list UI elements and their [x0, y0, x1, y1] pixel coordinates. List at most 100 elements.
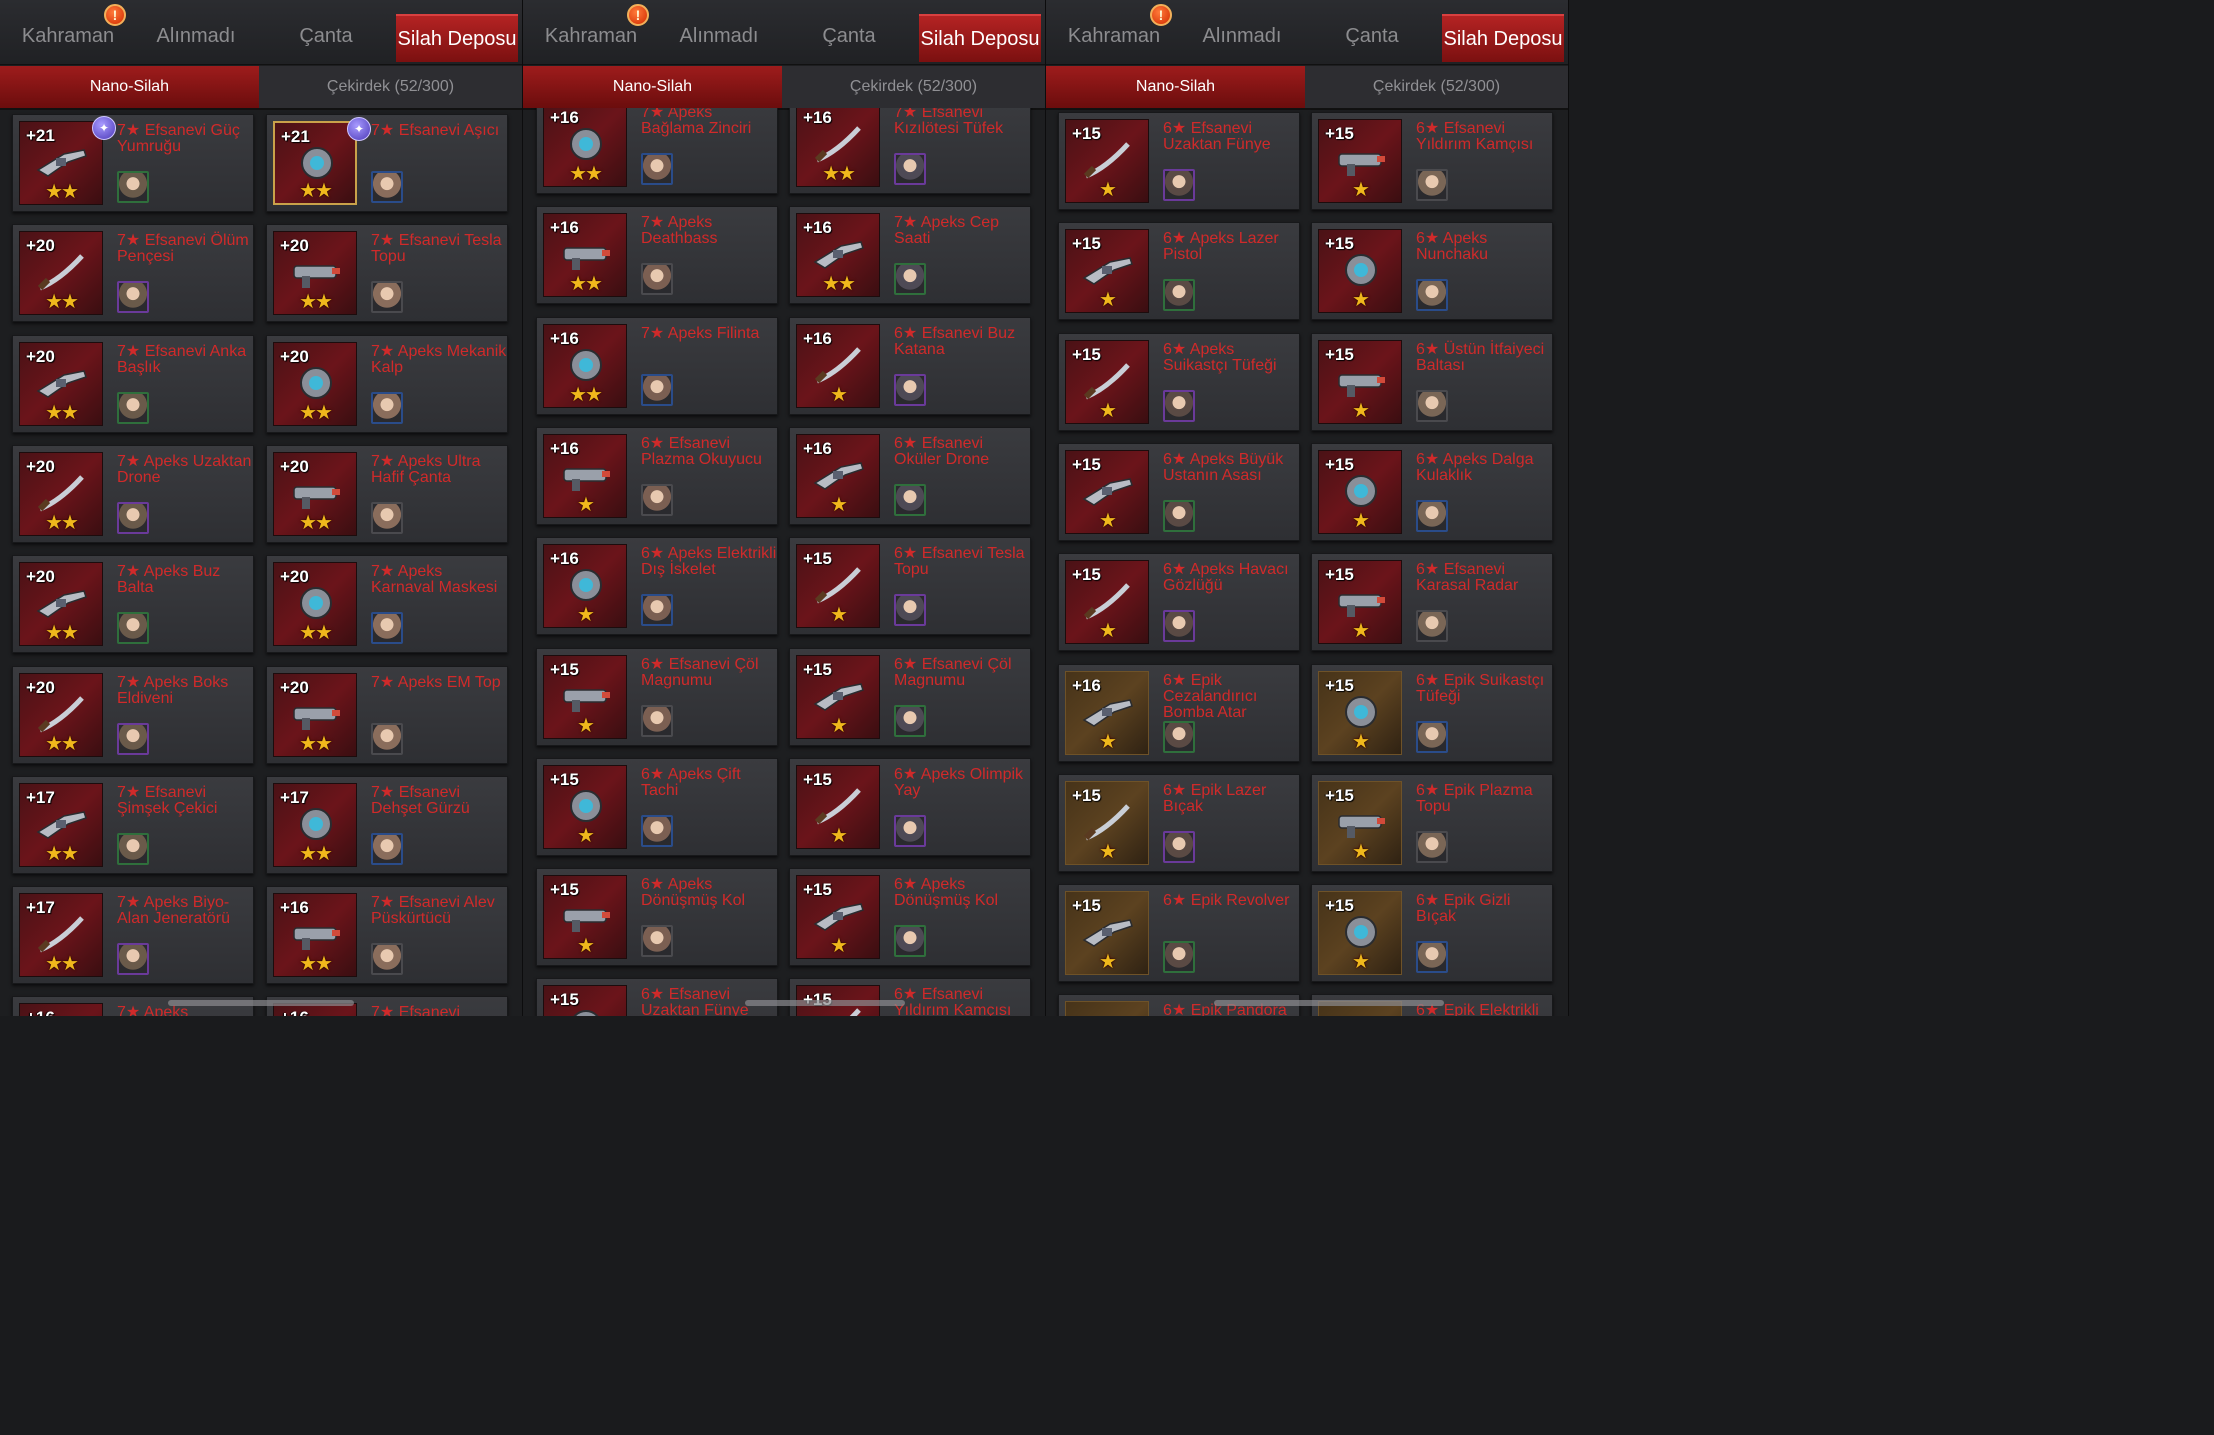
weapon-card[interactable]: +15 ★ 6★ Apeks Olimpik Yay	[789, 757, 1031, 856]
weapon-thumbnail[interactable]: +20 ★★	[273, 562, 357, 647]
weapon-thumbnail[interactable]: +15★	[1318, 891, 1402, 976]
weapon-card[interactable]: +15 ★ 6★ Üstün İtfaiyeci Baltası	[1311, 332, 1553, 431]
tab-bag[interactable]: Çanta	[1308, 12, 1436, 60]
hero-portrait[interactable]	[894, 814, 926, 847]
weapon-thumbnail[interactable]: +15★	[1065, 229, 1149, 314]
weapon-card[interactable]: +20 ★★ 7★ Apeks Buz Balta	[12, 555, 254, 654]
hero-portrait[interactable]	[117, 612, 149, 645]
hero-portrait[interactable]	[641, 483, 673, 516]
hero-portrait[interactable]	[371, 943, 403, 976]
hero-portrait[interactable]	[641, 814, 673, 847]
weapon-thumbnail[interactable]: +15★	[1318, 119, 1402, 203]
weapon-card[interactable]: +15 ★ 6★ Apeks Dönüşmüş Kol	[536, 868, 778, 967]
hero-portrait[interactable]	[1163, 279, 1195, 312]
weapon-card[interactable]: +15 ★ 6★ Efsanevi Tesla Topu	[789, 537, 1031, 636]
weapon-card[interactable]: +15 ★ 6★ Epik Plazma Topu	[1311, 773, 1553, 872]
hero-portrait[interactable]	[1416, 279, 1448, 312]
weapon-thumbnail[interactable]: +15★	[796, 764, 880, 849]
subtab-core[interactable]: Çekirdek (52/300)	[784, 66, 1043, 108]
hero-portrait[interactable]	[641, 925, 673, 958]
weapon-card[interactable]: +15 ★ 6★ Apeks Dalga Kulaklık	[1311, 442, 1553, 541]
hero-portrait[interactable]	[1416, 389, 1448, 422]
weapon-card[interactable]: +21 ✦ ★★ 7★ Efsanevi Aşıcı	[266, 114, 508, 212]
scrollbar[interactable]	[168, 1000, 354, 1006]
weapon-thumbnail[interactable]: +15★	[1318, 670, 1402, 755]
weapon-thumbnail[interactable]: +21 ✦ ★★	[19, 116, 116, 205]
scrollbar[interactable]	[745, 1000, 905, 1006]
weapon-thumbnail[interactable]: +15★	[543, 985, 627, 1016]
hero-portrait[interactable]	[1416, 830, 1448, 863]
weapon-card[interactable]: +16 ★★ 7★ Apeks Deathbass	[536, 206, 778, 305]
weapon-card[interactable]: +17 ★★ 7★ Apeks Biyo-Alan Jeneratörü	[12, 886, 254, 985]
weapon-thumbnail[interactable]: +20 ★★	[273, 451, 357, 536]
weapon-thumbnail[interactable]: +15★	[1318, 229, 1402, 314]
hero-portrait[interactable]	[894, 153, 926, 185]
weapon-thumbnail[interactable]: +15★	[796, 875, 880, 960]
hero-portrait[interactable]	[641, 153, 673, 185]
weapon-thumbnail[interactable]: +15★	[1065, 339, 1149, 424]
weapon-card[interactable]: +20 ★★ 7★ Apeks Boks Eldiveni	[12, 665, 254, 764]
weapon-card[interactable]: +16 ★★ 7★ Apeks Bağlama Zinciri	[536, 108, 778, 194]
hero-portrait[interactable]	[894, 263, 926, 296]
subtab-nano-weapon[interactable]: Nano-Silah	[1046, 66, 1305, 108]
weapon-thumbnail[interactable]: +16★★	[543, 323, 627, 408]
weapon-thumbnail[interactable]: +20 ★★	[273, 341, 357, 426]
hero-portrait[interactable]	[117, 391, 149, 424]
weapon-card[interactable]: +15 ★ 6★ Epik Suikastçı Tüfeği	[1311, 663, 1553, 762]
weapon-card[interactable]: +16 ★ 6★ Efsanevi Buz Katana	[789, 316, 1031, 415]
weapon-card[interactable]: +20 ★★ 7★ Apeks Uzaktan Drone	[12, 444, 254, 543]
weapon-card[interactable]: +20 ★★ 7★ Efsanevi Anka Başlık	[12, 334, 254, 433]
weapon-thumbnail[interactable]: ★	[1065, 1001, 1149, 1016]
hero-portrait[interactable]	[371, 722, 403, 755]
weapon-card[interactable]: +15 ★ 6★ Efsanevi Yıldırım Kamçısı	[1311, 112, 1553, 210]
weapon-card[interactable]: +15 ★ 6★ Apeks Büyük Ustanın Asası	[1058, 442, 1300, 541]
weapon-card[interactable]: +15 ★ 6★ Epik Revolver	[1058, 884, 1300, 983]
weapon-thumbnail[interactable]: +15★	[1065, 119, 1149, 203]
hero-portrait[interactable]	[894, 373, 926, 406]
weapon-thumbnail[interactable]: +16 ★	[543, 433, 627, 518]
weapon-thumbnail[interactable]: +16 ★	[796, 323, 880, 408]
weapon-thumbnail[interactable]: +17 ★★	[19, 782, 103, 867]
hero-portrait[interactable]	[117, 832, 149, 865]
weapon-card[interactable]: +15★6★ Efsanevi Uzaktan Fünye	[536, 978, 778, 1016]
scrollbar[interactable]	[1214, 1000, 1444, 1006]
hero-portrait[interactable]	[1416, 941, 1448, 974]
tab-bag[interactable]: Çanta	[785, 12, 913, 60]
weapon-card[interactable]: +16 ★ 6★ Epik Cezalandırıcı Bomba Atar	[1058, 663, 1300, 762]
weapon-thumbnail[interactable]: +15★	[1318, 449, 1402, 534]
tab-weapon-depot[interactable]: Silah Deposu	[1442, 14, 1564, 62]
hero-portrait[interactable]	[371, 501, 403, 534]
weapon-card[interactable]: +17 ★★ 7★ Efsanevi Şimşek Çekici	[12, 775, 254, 874]
tab-not-acquired[interactable]: Alınmadı	[1178, 12, 1306, 60]
hero-portrait[interactable]	[894, 925, 926, 958]
weapon-card[interactable]: +16 ★★ 7★ Apeks Cep Saati	[789, 206, 1031, 305]
weapon-card[interactable]: +15 ★ 6★ Efsanevi Karasal Radar	[1311, 553, 1553, 652]
weapon-thumbnail[interactable]: +15★	[543, 875, 627, 960]
weapon-thumbnail[interactable]: +15★	[796, 654, 880, 739]
hero-portrait[interactable]	[641, 594, 673, 627]
hero-portrait[interactable]	[117, 171, 149, 203]
hero-portrait[interactable]	[641, 373, 673, 406]
weapon-thumbnail[interactable]: +20 ★★	[273, 231, 357, 316]
weapon-thumbnail[interactable]: +15★	[1318, 780, 1402, 865]
weapon-card[interactable]: +15 ★ 6★ Apeks Havacı Gözlüğü	[1058, 553, 1300, 652]
weapon-thumbnail[interactable]: +15★	[543, 654, 627, 739]
weapon-card[interactable]: +15 ★ 6★ Apeks Çift Tachi	[536, 757, 778, 856]
weapon-thumbnail[interactable]: +16★★	[273, 893, 357, 978]
weapon-thumbnail[interactable]: +15★	[1065, 891, 1149, 976]
weapon-card[interactable]: +21 ✦ ★★ 7★ Efsanevi Güç Yumruğu	[12, 114, 254, 212]
hero-portrait[interactable]	[894, 483, 926, 516]
weapon-thumbnail[interactable]: +20 ★★	[19, 562, 103, 647]
weapon-thumbnail[interactable]: +20 ★★	[19, 341, 103, 426]
subtab-core[interactable]: Çekirdek (52/300)	[1307, 66, 1566, 108]
weapon-card[interactable]: +15 ★ 6★ Epik Gizli Bıçak	[1311, 884, 1553, 983]
weapon-card[interactable]: +16 ★★ 7★ Efsanevi Kızılötesi Tüfek	[789, 108, 1031, 194]
subtab-core[interactable]: Çekirdek (52/300)	[261, 66, 520, 108]
weapon-thumbnail[interactable]: +16★★	[19, 1003, 103, 1016]
hero-portrait[interactable]	[371, 391, 403, 424]
weapon-thumbnail[interactable]: +17 ★★	[19, 893, 103, 978]
weapon-card[interactable]: +20 ★★ 7★ Efsanevi Ölüm Pençesi	[12, 224, 254, 323]
hero-portrait[interactable]	[117, 501, 149, 534]
hero-portrait[interactable]	[1163, 610, 1195, 643]
weapon-thumbnail[interactable]: +16 ★	[796, 433, 880, 518]
